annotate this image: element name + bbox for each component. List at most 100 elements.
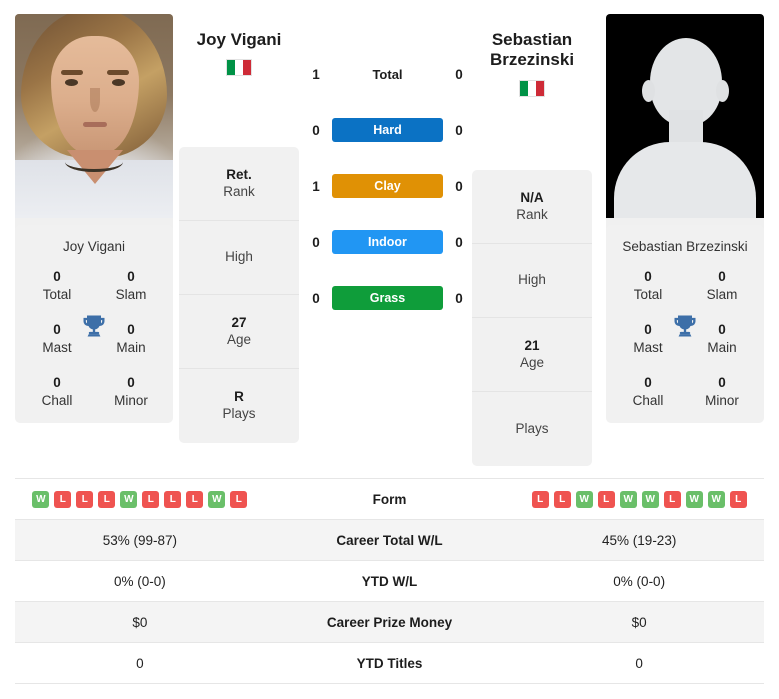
row-label-ytd-titles: YTD Titles xyxy=(356,655,423,671)
row-label-ytd-wl: YTD W/L xyxy=(361,573,418,589)
left-titles-row-3: 0 Chall 0 Minor xyxy=(15,374,173,409)
value: 0 xyxy=(718,269,726,284)
form-badge-loss: L xyxy=(230,490,248,508)
right-ytd-wl: 0% (0-0) xyxy=(613,573,666,589)
left-titles-row-1: 0 Total 0 Slam xyxy=(15,268,173,303)
right-slam-titles: 0 Slam xyxy=(694,268,750,303)
form-badge-loss: L xyxy=(54,490,72,508)
label: Chall xyxy=(632,392,664,408)
left-plays-value: R xyxy=(234,389,244,405)
comparison-table: WLLLWLLLWL Form LLWLWWLWWL 53% (99-87) C… xyxy=(15,478,764,684)
right-player-info-column: N/A Rank High 21 Age Plays xyxy=(472,170,592,466)
label: Main xyxy=(707,339,737,355)
left-plays-label: Plays xyxy=(222,406,256,421)
form-badge-win: W xyxy=(619,490,637,508)
right-rank-cell: N/A Rank xyxy=(472,170,592,244)
left-main-titles: 0 Main xyxy=(103,321,159,356)
row-label-form: Form xyxy=(372,491,407,507)
label: Total xyxy=(633,286,663,302)
value: 0 xyxy=(53,322,61,338)
left-mast-titles: 0 Mast xyxy=(29,321,85,356)
right-plays-cell: Plays xyxy=(472,392,592,466)
left-minor-titles: 0 Minor xyxy=(103,374,159,409)
right-rank-value: N/A xyxy=(520,189,544,205)
surface-row-hard: 0 Hard 0 xyxy=(300,116,475,144)
left-value: 0 xyxy=(312,234,320,250)
form-badge-win: W xyxy=(685,490,703,508)
surface-row-clay: 1 Clay 0 xyxy=(300,172,475,200)
table-row-ytd-titles: 0 YTD Titles 0 xyxy=(15,643,764,684)
value: 0 xyxy=(644,322,652,338)
italy-flag-icon xyxy=(519,79,545,97)
right-player-photo-card[interactable]: Sebastian Brzezinski xyxy=(606,14,764,254)
right-value: 0 xyxy=(455,234,463,250)
form-badge-loss: L xyxy=(76,490,94,508)
left-career-total-wl: 53% (99-87) xyxy=(102,532,177,548)
player-comparison-page: Joy Vigani Sebastian Brzezinski Joy Viga… xyxy=(0,0,779,699)
form-badge-loss: L xyxy=(553,490,571,508)
value: 0 xyxy=(718,322,726,338)
left-ytd-wl: 0% (0-0) xyxy=(113,573,166,589)
surface-row-indoor: 0 Indoor 0 xyxy=(300,228,475,256)
value: 0 xyxy=(53,375,61,391)
surface-titles-comparison: 1 Total 0 0 Hard 0 1 Clay 0 0 Indoor 0 0 xyxy=(300,60,475,312)
form-badge-loss: L xyxy=(729,490,747,508)
label: Mast xyxy=(42,339,72,355)
left-value: 0 xyxy=(312,290,320,306)
label: Slam xyxy=(706,286,738,302)
left-player-titles-card: Joy Vigani 0 Total 0 Slam 0 Mast 0 Main … xyxy=(15,225,173,424)
form-badge-win: W xyxy=(32,490,50,508)
value: 0 xyxy=(127,375,135,391)
left-player-photo-card[interactable]: Joy Vigani xyxy=(15,14,173,254)
left-form-badges: WLLLWLLLWL xyxy=(15,490,265,508)
left-player-photo xyxy=(15,14,173,218)
label: Minor xyxy=(705,392,739,408)
form-badge-win: W xyxy=(641,490,659,508)
form-badge-win: W xyxy=(120,490,138,508)
surface-label-indoor: Indoor xyxy=(332,230,443,254)
left-value: 1 xyxy=(312,178,320,194)
left-total-titles: 0 Total xyxy=(29,268,85,303)
surface-label-hard: Hard xyxy=(332,118,443,142)
value: 0 xyxy=(53,269,61,284)
table-row-ytd-wl: 0% (0-0) YTD W/L 0% (0-0) xyxy=(15,561,764,602)
table-row-career-prize-money: $0 Career Prize Money $0 xyxy=(15,602,764,643)
surface-label-grass: Grass xyxy=(332,286,443,310)
left-age-label: Age xyxy=(226,331,252,347)
trophy-icon xyxy=(671,312,699,345)
label: Slam xyxy=(115,286,147,302)
form-badge-win: W xyxy=(707,490,725,508)
left-rank-cell: Ret. Rank xyxy=(179,147,299,221)
left-rank-value: Ret. xyxy=(226,166,252,182)
right-minor-titles: 0 Minor xyxy=(694,374,750,409)
left-titles-card-name: Joy Vigani xyxy=(62,239,126,254)
left-titles-grid: 0 Total 0 Slam 0 Mast 0 Main 0 Chall 0 M… xyxy=(15,268,173,409)
label: Main xyxy=(116,339,146,355)
left-player-info-column: Ret. Rank High 27 Age R Plays xyxy=(179,147,299,443)
left-career-prize-money: $0 xyxy=(132,614,148,630)
left-rank-label: Rank xyxy=(223,183,255,199)
right-ytd-titles: 0 xyxy=(635,655,643,671)
right-plays-label: Plays xyxy=(515,420,549,436)
left-chall-titles: 0 Chall xyxy=(29,374,85,409)
right-titles-row-3: 0 Chall 0 Minor xyxy=(606,374,764,409)
right-age-value: 21 xyxy=(524,337,540,353)
left-value: 0 xyxy=(312,122,320,138)
right-mast-titles: 0 Mast xyxy=(620,321,676,356)
right-player-name[interactable]: Sebastian Brzezinski xyxy=(472,30,592,71)
value: 0 xyxy=(718,375,726,391)
left-player-name-block: Joy Vigani xyxy=(179,30,299,77)
right-value: 0 xyxy=(455,66,463,82)
value: 0 xyxy=(644,375,652,391)
right-career-prize-money: $0 xyxy=(631,614,647,630)
right-value: 0 xyxy=(455,290,463,306)
row-label-career-total-wl: Career Total W/L xyxy=(336,532,443,548)
form-badge-loss: L xyxy=(98,490,116,508)
italy-flag-icon xyxy=(226,59,252,77)
right-titles-grid: 0 Total 0 Slam 0 Mast 0 Main 0 Chall 0 M… xyxy=(606,268,764,409)
left-player-name[interactable]: Joy Vigani xyxy=(179,30,299,50)
right-player-titles-card: Sebastian Brzezinski 0 Total 0 Slam 0 Ma… xyxy=(606,225,764,424)
value: 0 xyxy=(127,269,135,284)
label: Chall xyxy=(41,392,73,408)
table-row-form: WLLLWLLLWL Form LLWLWWLWWL xyxy=(15,479,764,520)
